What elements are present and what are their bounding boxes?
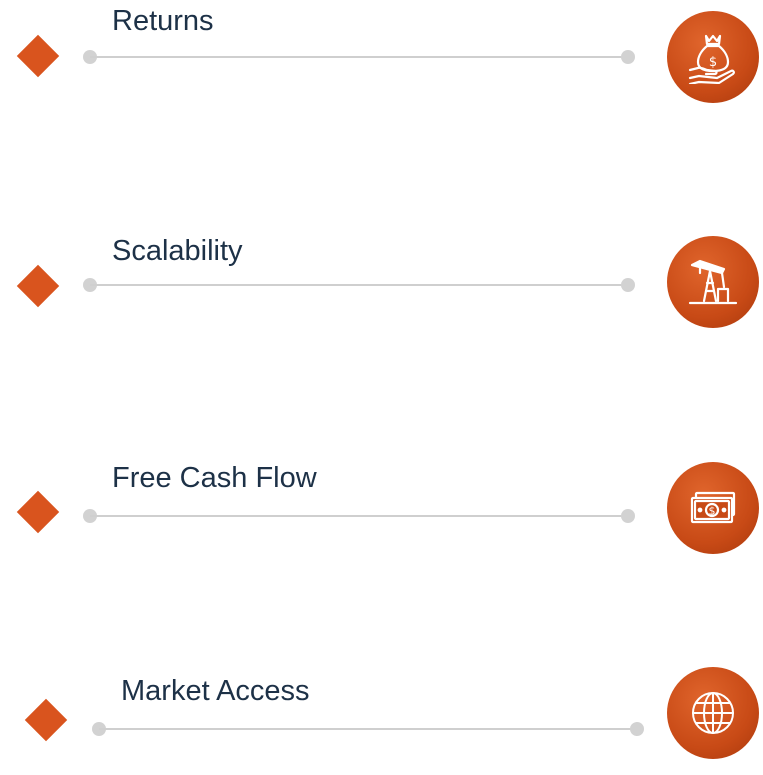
item-label: Market Access <box>121 675 310 707</box>
diamond-bullet <box>24 698 68 742</box>
svg-text:$: $ <box>709 55 717 70</box>
line-end-dot <box>621 509 635 523</box>
list-item-free-cash-flow: Free Cash Flow $ <box>0 462 763 572</box>
item-label: Scalability <box>112 235 243 267</box>
cash-bill-icon: $ <box>690 491 736 524</box>
diamond-bullet <box>16 34 60 78</box>
free-cash-flow-badge: $ <box>667 462 759 554</box>
line-end-dot <box>621 278 635 292</box>
item-label: Returns <box>112 5 214 37</box>
oil-pump-icon <box>688 259 738 305</box>
globe-icon <box>692 692 734 734</box>
diamond-bullet <box>16 490 60 534</box>
line-end-dot <box>630 722 644 736</box>
item-label: Free Cash Flow <box>112 462 317 494</box>
list-item-returns: Returns $ <box>0 0 763 110</box>
returns-badge: $ <box>667 11 759 103</box>
money-bag-hand-icon: $ <box>688 34 735 84</box>
scalability-badge <box>667 236 759 328</box>
svg-text:$: $ <box>709 505 716 518</box>
divider-line <box>90 284 628 286</box>
diamond-bullet <box>16 264 60 308</box>
divider-line <box>99 728 637 730</box>
market-access-badge <box>667 667 759 759</box>
divider-line <box>90 56 628 58</box>
divider-line <box>90 515 628 517</box>
line-end-dot <box>621 50 635 64</box>
list-item-scalability: Scalability <box>0 230 763 340</box>
list-item-market-access: Market Access <box>0 665 763 775</box>
